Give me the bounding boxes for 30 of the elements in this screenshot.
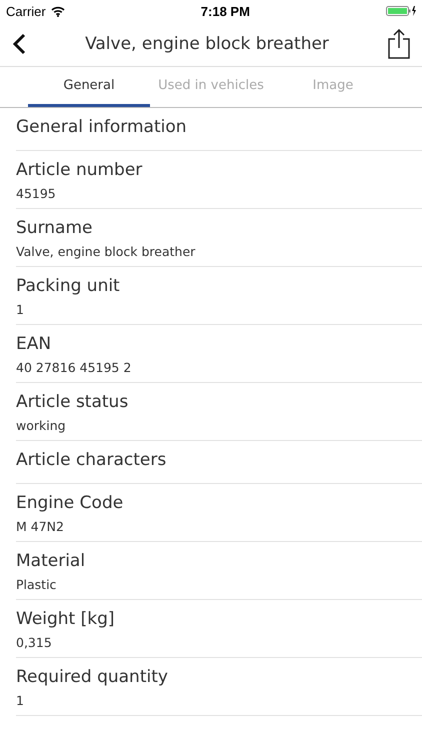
back-icon[interactable] (12, 33, 26, 55)
carrier-name: Carrier (6, 4, 46, 18)
field-value: Valve, engine block breather (16, 244, 196, 259)
field-value: 40 27816 45195 2 (16, 360, 132, 375)
field-value: 45195 (16, 186, 57, 201)
field-value: 0,315 (16, 635, 53, 650)
section-header: General information (16, 117, 188, 137)
clock-time: 7:18 PM (200, 4, 250, 18)
battery-icon (386, 5, 416, 17)
tab[interactable]: General (28, 67, 150, 107)
wifi-icon (50, 6, 65, 16)
field-label: Surname (16, 218, 94, 238)
section-header: Article characters (16, 450, 168, 470)
share-icon[interactable] (388, 29, 410, 59)
field-label: Article number (16, 160, 144, 180)
field-value: Plastic (16, 577, 58, 592)
tab[interactable]: Used in vehicles (150, 67, 272, 107)
field-label: Packing unit (16, 276, 121, 296)
field-label: Material (16, 551, 86, 571)
nav-title: Valve, engine block breather (85, 34, 329, 54)
field-label: EAN (16, 334, 52, 354)
field-label: Required quantity (16, 667, 169, 687)
tab[interactable]: Image (272, 67, 394, 107)
field-label: Engine Code (16, 493, 124, 513)
field-label: Weight [kg] (16, 609, 116, 629)
field-value: 1 (16, 302, 25, 317)
field-value: M 47N2 (16, 519, 65, 534)
field-label: Article status (16, 392, 130, 412)
field-value: 1 (16, 693, 25, 708)
field-value: working (16, 418, 67, 433)
